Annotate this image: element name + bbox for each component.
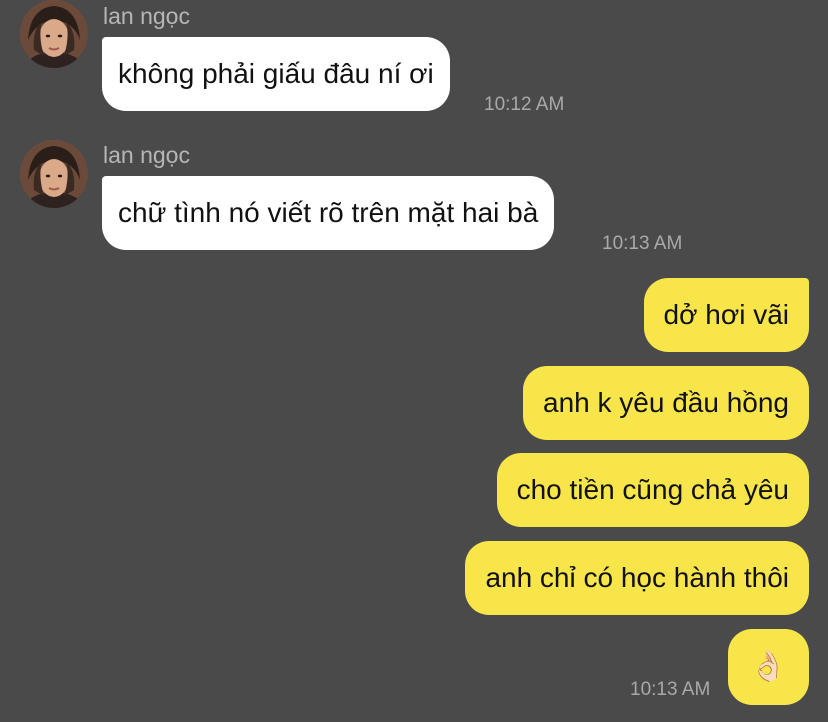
message-timestamp: 10:13 AM [602, 233, 683, 254]
sender-name: lan ngọc [103, 142, 190, 168]
message-timestamp: 10:12 AM [484, 94, 565, 115]
sender-avatar[interactable] [20, 0, 88, 68]
outgoing-message[interactable]: cho tiền cũng chả yêu [496, 453, 809, 527]
ok-hand-sticker-message[interactable]: 👌🏻 [728, 629, 809, 705]
chat-thread[interactable]: lan ngọc không phải giấu đâu ní ơi 10:12… [0, 0, 828, 722]
outgoing-message[interactable]: dở hơi vãi [643, 278, 809, 352]
sender-name: lan ngọc [103, 3, 190, 29]
message-timestamp: 10:13 AM [630, 679, 711, 700]
incoming-message[interactable]: không phải giấu đâu ní ơi [102, 37, 450, 111]
sender-avatar[interactable] [20, 140, 88, 208]
incoming-message[interactable]: chữ tình nó viết rõ trên mặt hai bà [102, 176, 555, 250]
outgoing-message[interactable]: anh k yêu đầu hồng [523, 366, 809, 440]
outgoing-message[interactable]: anh chỉ có học hành thôi [465, 541, 809, 615]
avatar-photo-icon [20, 140, 88, 208]
ok-hand-emoji-icon: 👌🏻 [749, 650, 788, 683]
avatar-photo-icon [20, 0, 88, 68]
